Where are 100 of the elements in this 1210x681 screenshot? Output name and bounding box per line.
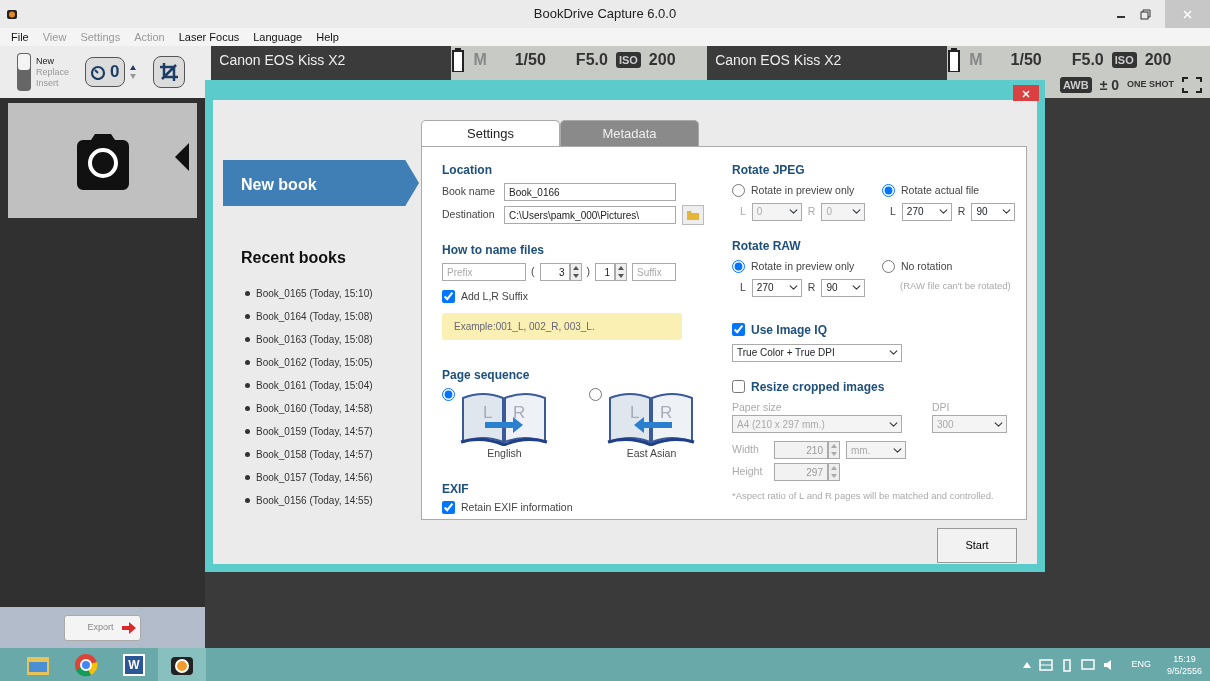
taskbar-app[interactable]: W <box>110 648 158 681</box>
field-label: Width <box>732 442 760 458</box>
close-icon[interactable] <box>1022 90 1030 99</box>
section-heading: Recent books <box>241 248 347 268</box>
text-field[interactable]: Suffix <box>632 263 676 281</box>
recent-book-link[interactable]: Book_0156 (Today, 14:55) <box>256 493 373 508</box>
page-letter: R <box>513 402 526 422</box>
checkbox[interactable] <box>442 290 455 304</box>
camera-name: Canon EOS Kiss X2 <box>219 51 347 70</box>
recent-book-link[interactable]: Book_0163 (Today, 15:08) <box>256 332 373 347</box>
tab[interactable]: Settings <box>421 120 560 146</box>
menu-item[interactable]: Laser Focus <box>171 28 247 46</box>
network-icon[interactable] <box>1039 658 1054 671</box>
checkbox[interactable] <box>442 500 455 514</box>
shooting-mode: M <box>472 50 488 70</box>
section-heading: Page sequence <box>442 366 531 384</box>
menu-item[interactable]: Language <box>246 28 310 46</box>
number-field[interactable]: 1 <box>595 263 615 281</box>
recent-book-link[interactable]: Book_0165 (Today, 15:10) <box>256 286 373 301</box>
aperture-value: F5.0 <box>1070 50 1105 70</box>
taskbar-app[interactable] <box>158 648 206 681</box>
folder-icon <box>686 209 700 221</box>
recent-book-link[interactable]: Book_0160 (Today, 14:58) <box>256 401 373 416</box>
crop-button[interactable] <box>152 56 185 88</box>
restore-icon[interactable] <box>1140 8 1151 20</box>
frame-icon <box>1182 77 1202 93</box>
recent-book-link[interactable]: Book_0162 (Today, 15:05) <box>256 355 373 370</box>
radio-label: Rotate in preview only <box>751 183 855 198</box>
start-button[interactable]: Start <box>937 528 1017 563</box>
recent-book-link[interactable]: Book_0158 (Today, 14:57) <box>256 447 373 462</box>
collapse-arrow-icon[interactable] <box>175 143 189 171</box>
menu-item[interactable]: Help <box>309 28 346 46</box>
caret-up-icon[interactable] <box>1023 661 1032 668</box>
page-letter: L <box>483 402 493 422</box>
section-heading: Rotate RAW <box>732 237 802 255</box>
timer-button[interactable]: 0 <box>85 57 125 87</box>
radio-label: Rotate actual file <box>901 183 980 198</box>
radio-button[interactable] <box>882 260 895 274</box>
close-button[interactable] <box>1013 85 1039 101</box>
recent-book-link[interactable]: Book_0159 (Today, 14:57) <box>256 424 373 439</box>
field-label: Destination <box>442 207 496 223</box>
radio-button[interactable] <box>732 260 745 274</box>
text-field[interactable]: Book_0166 <box>504 183 676 201</box>
focus-mode: ONE SHOT <box>1127 78 1174 92</box>
window-title: BookDrive Capture 6.0.0 <box>533 5 677 24</box>
select-label: L <box>890 203 896 219</box>
option-label: English <box>487 445 522 461</box>
dropdown[interactable]: True Color + True DPI <box>732 343 902 362</box>
field-label: Height <box>732 464 764 480</box>
iso-value: 200 <box>647 50 677 70</box>
radio-button[interactable] <box>442 387 455 401</box>
wb-mode-badge: AWB <box>1059 76 1092 94</box>
page-letter: L <box>630 402 640 422</box>
shutter-speed: 1/50 <box>1009 50 1043 70</box>
number-field[interactable]: 3 <box>539 263 570 281</box>
section-heading: How to name files <box>442 242 546 259</box>
field-label: Book name <box>442 184 497 200</box>
menu-item[interactable]: File <box>4 28 36 46</box>
dropdown[interactable]: 270 <box>901 202 952 221</box>
resize-note: *Aspect ratio of L and R pages will be matched and controlled. <box>732 489 995 504</box>
radio-button[interactable] <box>882 184 895 198</box>
document-app-icon: W <box>123 653 145 676</box>
aperture-value: F5.0 <box>574 50 609 70</box>
select-label: R <box>807 279 816 295</box>
new-book-button[interactable]: New book <box>223 160 419 206</box>
timer-icon <box>90 64 107 80</box>
mode-option[interactable]: New <box>36 55 70 67</box>
checkbox[interactable] <box>732 323 745 336</box>
section-heading: Location <box>442 162 493 179</box>
dropdown[interactable]: 270 <box>751 278 802 297</box>
recent-book-link[interactable]: Book_0157 (Today, 14:56) <box>256 470 373 485</box>
battery-icon[interactable] <box>1061 657 1074 672</box>
select-label: L <box>740 203 746 219</box>
radio-button[interactable] <box>732 184 745 198</box>
text-field[interactable]: C:\Users\pamk_000\Pictures\ <box>504 206 676 224</box>
spin-arrows-icon[interactable] <box>569 263 582 281</box>
camera-name: Canon EOS Kiss X2 <box>715 51 843 70</box>
text-field[interactable]: Prefix <box>442 263 526 281</box>
camera-icon <box>6 8 18 20</box>
section-heading: Rotate JPEG <box>732 162 806 179</box>
radio-label: Rotate in preview only <box>751 258 855 274</box>
dropdown[interactable]: 90 <box>821 278 866 297</box>
checkbox[interactable] <box>732 380 745 393</box>
crop-icon <box>158 62 179 82</box>
recent-book-link[interactable]: Book_0161 (Today, 15:04) <box>256 378 373 393</box>
checkbox-label: Use Image IQ <box>751 321 828 339</box>
recent-book-link[interactable]: Book_0164 (Today, 15:08) <box>256 309 373 324</box>
checkbox-label: Retain EXIF information <box>461 499 573 515</box>
mode-switch-icon <box>16 52 32 92</box>
spin-arrows-icon[interactable] <box>128 64 137 80</box>
round-logo-icon <box>74 652 98 677</box>
spin-arrows-icon[interactable] <box>615 263 627 281</box>
radio-label: No rotation <box>901 258 953 274</box>
paren-text: ( <box>531 264 535 280</box>
example-note: Example:001_L, 002_R, 003_L. <box>442 312 682 340</box>
dropdown[interactable]: 90 <box>971 202 1016 221</box>
select-label: R <box>957 203 966 219</box>
exposure-value: ± 0 <box>1099 75 1119 95</box>
radio-button[interactable] <box>589 387 602 401</box>
keyboard-icon[interactable] <box>1081 657 1096 672</box>
